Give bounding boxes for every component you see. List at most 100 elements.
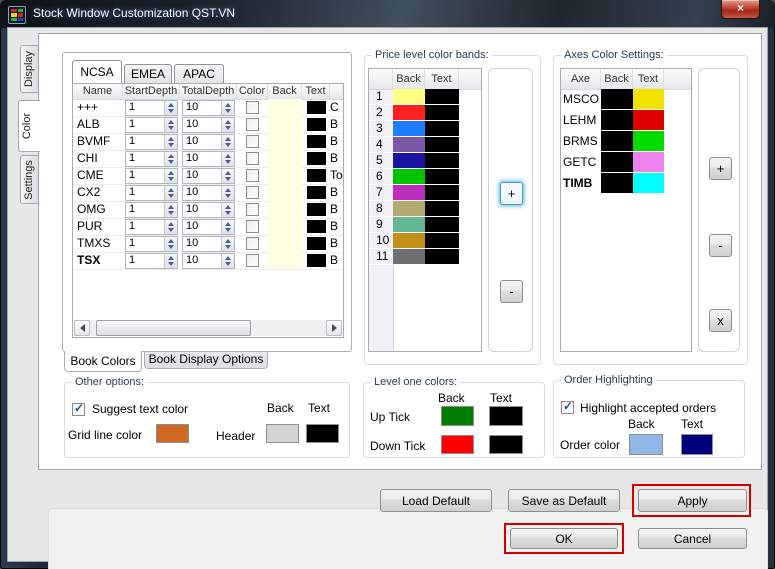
axe-back-swatch[interactable] bbox=[601, 173, 633, 194]
totaldepth-spinner[interactable]: 10 bbox=[182, 134, 235, 150]
band-text-swatch[interactable] bbox=[425, 217, 459, 233]
col-header-axe[interactable]: Axe bbox=[561, 69, 601, 89]
up-tick-back-swatch[interactable] bbox=[441, 406, 474, 426]
spinner-arrows-icon[interactable] bbox=[221, 220, 234, 234]
spinner-arrows-icon[interactable] bbox=[221, 135, 234, 149]
band-text-swatch[interactable] bbox=[425, 105, 459, 121]
color-checkbox[interactable] bbox=[246, 152, 259, 165]
tab-emea[interactable]: EMEA bbox=[124, 64, 172, 83]
startdepth-spinner[interactable]: 1 bbox=[125, 219, 178, 235]
spinner-arrows-icon[interactable] bbox=[221, 152, 234, 166]
col-header-startdepth[interactable]: StartDepth bbox=[123, 84, 180, 99]
axes-delete-button[interactable]: x bbox=[709, 309, 732, 332]
cancel-button[interactable]: Cancel bbox=[638, 528, 747, 549]
color-checkbox[interactable] bbox=[246, 135, 259, 148]
band-text-swatch[interactable] bbox=[425, 137, 459, 153]
axes-remove-button[interactable]: - bbox=[709, 234, 732, 257]
totaldepth-spinner[interactable]: 10 bbox=[182, 219, 235, 235]
axe-back-swatch[interactable] bbox=[601, 89, 633, 110]
startdepth-spinner[interactable]: 1 bbox=[125, 253, 178, 269]
spinner-arrows-icon[interactable] bbox=[221, 101, 234, 115]
totaldepth-spinner[interactable]: 10 bbox=[182, 151, 235, 167]
startdepth-spinner[interactable]: 1 bbox=[125, 168, 178, 184]
back-color-cell[interactable] bbox=[268, 235, 302, 252]
text-color-cell[interactable] bbox=[302, 99, 330, 116]
totaldepth-spinner[interactable]: 10 bbox=[182, 253, 235, 269]
order-text-swatch[interactable] bbox=[681, 434, 713, 455]
band-back-swatch[interactable] bbox=[393, 185, 425, 201]
text-color-cell[interactable] bbox=[302, 218, 330, 235]
back-color-cell[interactable] bbox=[268, 184, 302, 201]
spinner-arrows-icon[interactable] bbox=[164, 118, 177, 132]
band-text-swatch[interactable] bbox=[425, 121, 459, 137]
back-color-cell[interactable] bbox=[268, 150, 302, 167]
band-back-swatch[interactable] bbox=[393, 153, 425, 169]
scroll-right-button[interactable] bbox=[326, 320, 342, 336]
back-color-cell[interactable] bbox=[268, 252, 302, 269]
totaldepth-spinner[interactable]: 10 bbox=[182, 168, 235, 184]
startdepth-spinner[interactable]: 1 bbox=[125, 202, 178, 218]
text-color-cell[interactable] bbox=[302, 184, 330, 201]
band-text-swatch[interactable] bbox=[425, 153, 459, 169]
save-as-default-button[interactable]: Save as Default bbox=[508, 489, 620, 512]
spinner-arrows-icon[interactable] bbox=[221, 169, 234, 183]
col-header-name[interactable]: Name bbox=[73, 84, 123, 99]
band-back-swatch[interactable] bbox=[393, 89, 425, 105]
col-header-text[interactable]: Text bbox=[633, 69, 664, 89]
band-back-swatch[interactable] bbox=[393, 105, 425, 121]
spinner-arrows-icon[interactable] bbox=[221, 237, 234, 251]
color-checkbox[interactable] bbox=[246, 186, 259, 199]
highlight-accepted-orders-checkbox[interactable]: ✓ bbox=[561, 399, 574, 414]
axe-back-swatch[interactable] bbox=[601, 131, 633, 152]
color-checkbox[interactable] bbox=[246, 118, 259, 131]
back-color-cell[interactable] bbox=[268, 218, 302, 235]
down-tick-back-swatch[interactable] bbox=[441, 435, 474, 454]
spinner-arrows-icon[interactable] bbox=[221, 203, 234, 217]
spinner-arrows-icon[interactable] bbox=[164, 220, 177, 234]
color-checkbox[interactable] bbox=[246, 169, 259, 182]
spinner-arrows-icon[interactable] bbox=[164, 169, 177, 183]
axe-text-swatch[interactable] bbox=[633, 173, 664, 194]
axe-text-swatch[interactable] bbox=[633, 131, 664, 152]
price-band-remove-button[interactable]: - bbox=[500, 280, 523, 303]
grid-line-color-swatch[interactable] bbox=[156, 424, 189, 443]
axes-add-button[interactable]: + bbox=[709, 157, 732, 180]
text-color-cell[interactable] bbox=[302, 201, 330, 218]
price-band-add-button[interactable]: + bbox=[500, 182, 523, 205]
back-color-cell[interactable] bbox=[268, 201, 302, 218]
color-checkbox[interactable] bbox=[246, 237, 259, 250]
color-checkbox[interactable] bbox=[246, 254, 259, 267]
col-header-back[interactable]: Back bbox=[393, 69, 425, 89]
tab-book-display-options[interactable]: Book Display Options bbox=[144, 351, 268, 369]
text-color-cell[interactable] bbox=[302, 150, 330, 167]
scrollbar-thumb[interactable] bbox=[96, 320, 251, 336]
band-back-swatch[interactable] bbox=[393, 169, 425, 185]
text-color-cell[interactable] bbox=[302, 116, 330, 133]
color-checkbox[interactable] bbox=[246, 203, 259, 216]
band-back-swatch[interactable] bbox=[393, 137, 425, 153]
col-header-color[interactable]: Color bbox=[237, 84, 268, 99]
band-back-swatch[interactable] bbox=[393, 249, 425, 265]
col-header-back[interactable]: Back bbox=[601, 69, 633, 89]
band-text-swatch[interactable] bbox=[425, 233, 459, 249]
spinner-arrows-icon[interactable] bbox=[164, 254, 177, 268]
apply-button[interactable]: Apply bbox=[638, 489, 747, 512]
spinner-arrows-icon[interactable] bbox=[164, 186, 177, 200]
text-color-cell[interactable] bbox=[302, 252, 330, 269]
up-tick-text-swatch[interactable] bbox=[489, 406, 523, 426]
back-color-cell[interactable] bbox=[268, 116, 302, 133]
startdepth-spinner[interactable]: 1 bbox=[125, 134, 178, 150]
band-text-swatch[interactable] bbox=[425, 185, 459, 201]
text-color-cell[interactable] bbox=[302, 235, 330, 252]
suggest-text-color-checkbox[interactable]: ✓ bbox=[72, 401, 85, 416]
band-back-swatch[interactable] bbox=[393, 201, 425, 217]
load-default-button[interactable]: Load Default bbox=[380, 489, 492, 512]
spinner-arrows-icon[interactable] bbox=[221, 254, 234, 268]
spinner-arrows-icon[interactable] bbox=[221, 118, 234, 132]
axe-back-swatch[interactable] bbox=[601, 152, 633, 173]
col-header-back[interactable]: Back bbox=[268, 84, 302, 99]
spinner-arrows-icon[interactable] bbox=[164, 237, 177, 251]
startdepth-spinner[interactable]: 1 bbox=[125, 185, 178, 201]
down-tick-text-swatch[interactable] bbox=[489, 435, 523, 454]
axe-text-swatch[interactable] bbox=[633, 89, 664, 110]
